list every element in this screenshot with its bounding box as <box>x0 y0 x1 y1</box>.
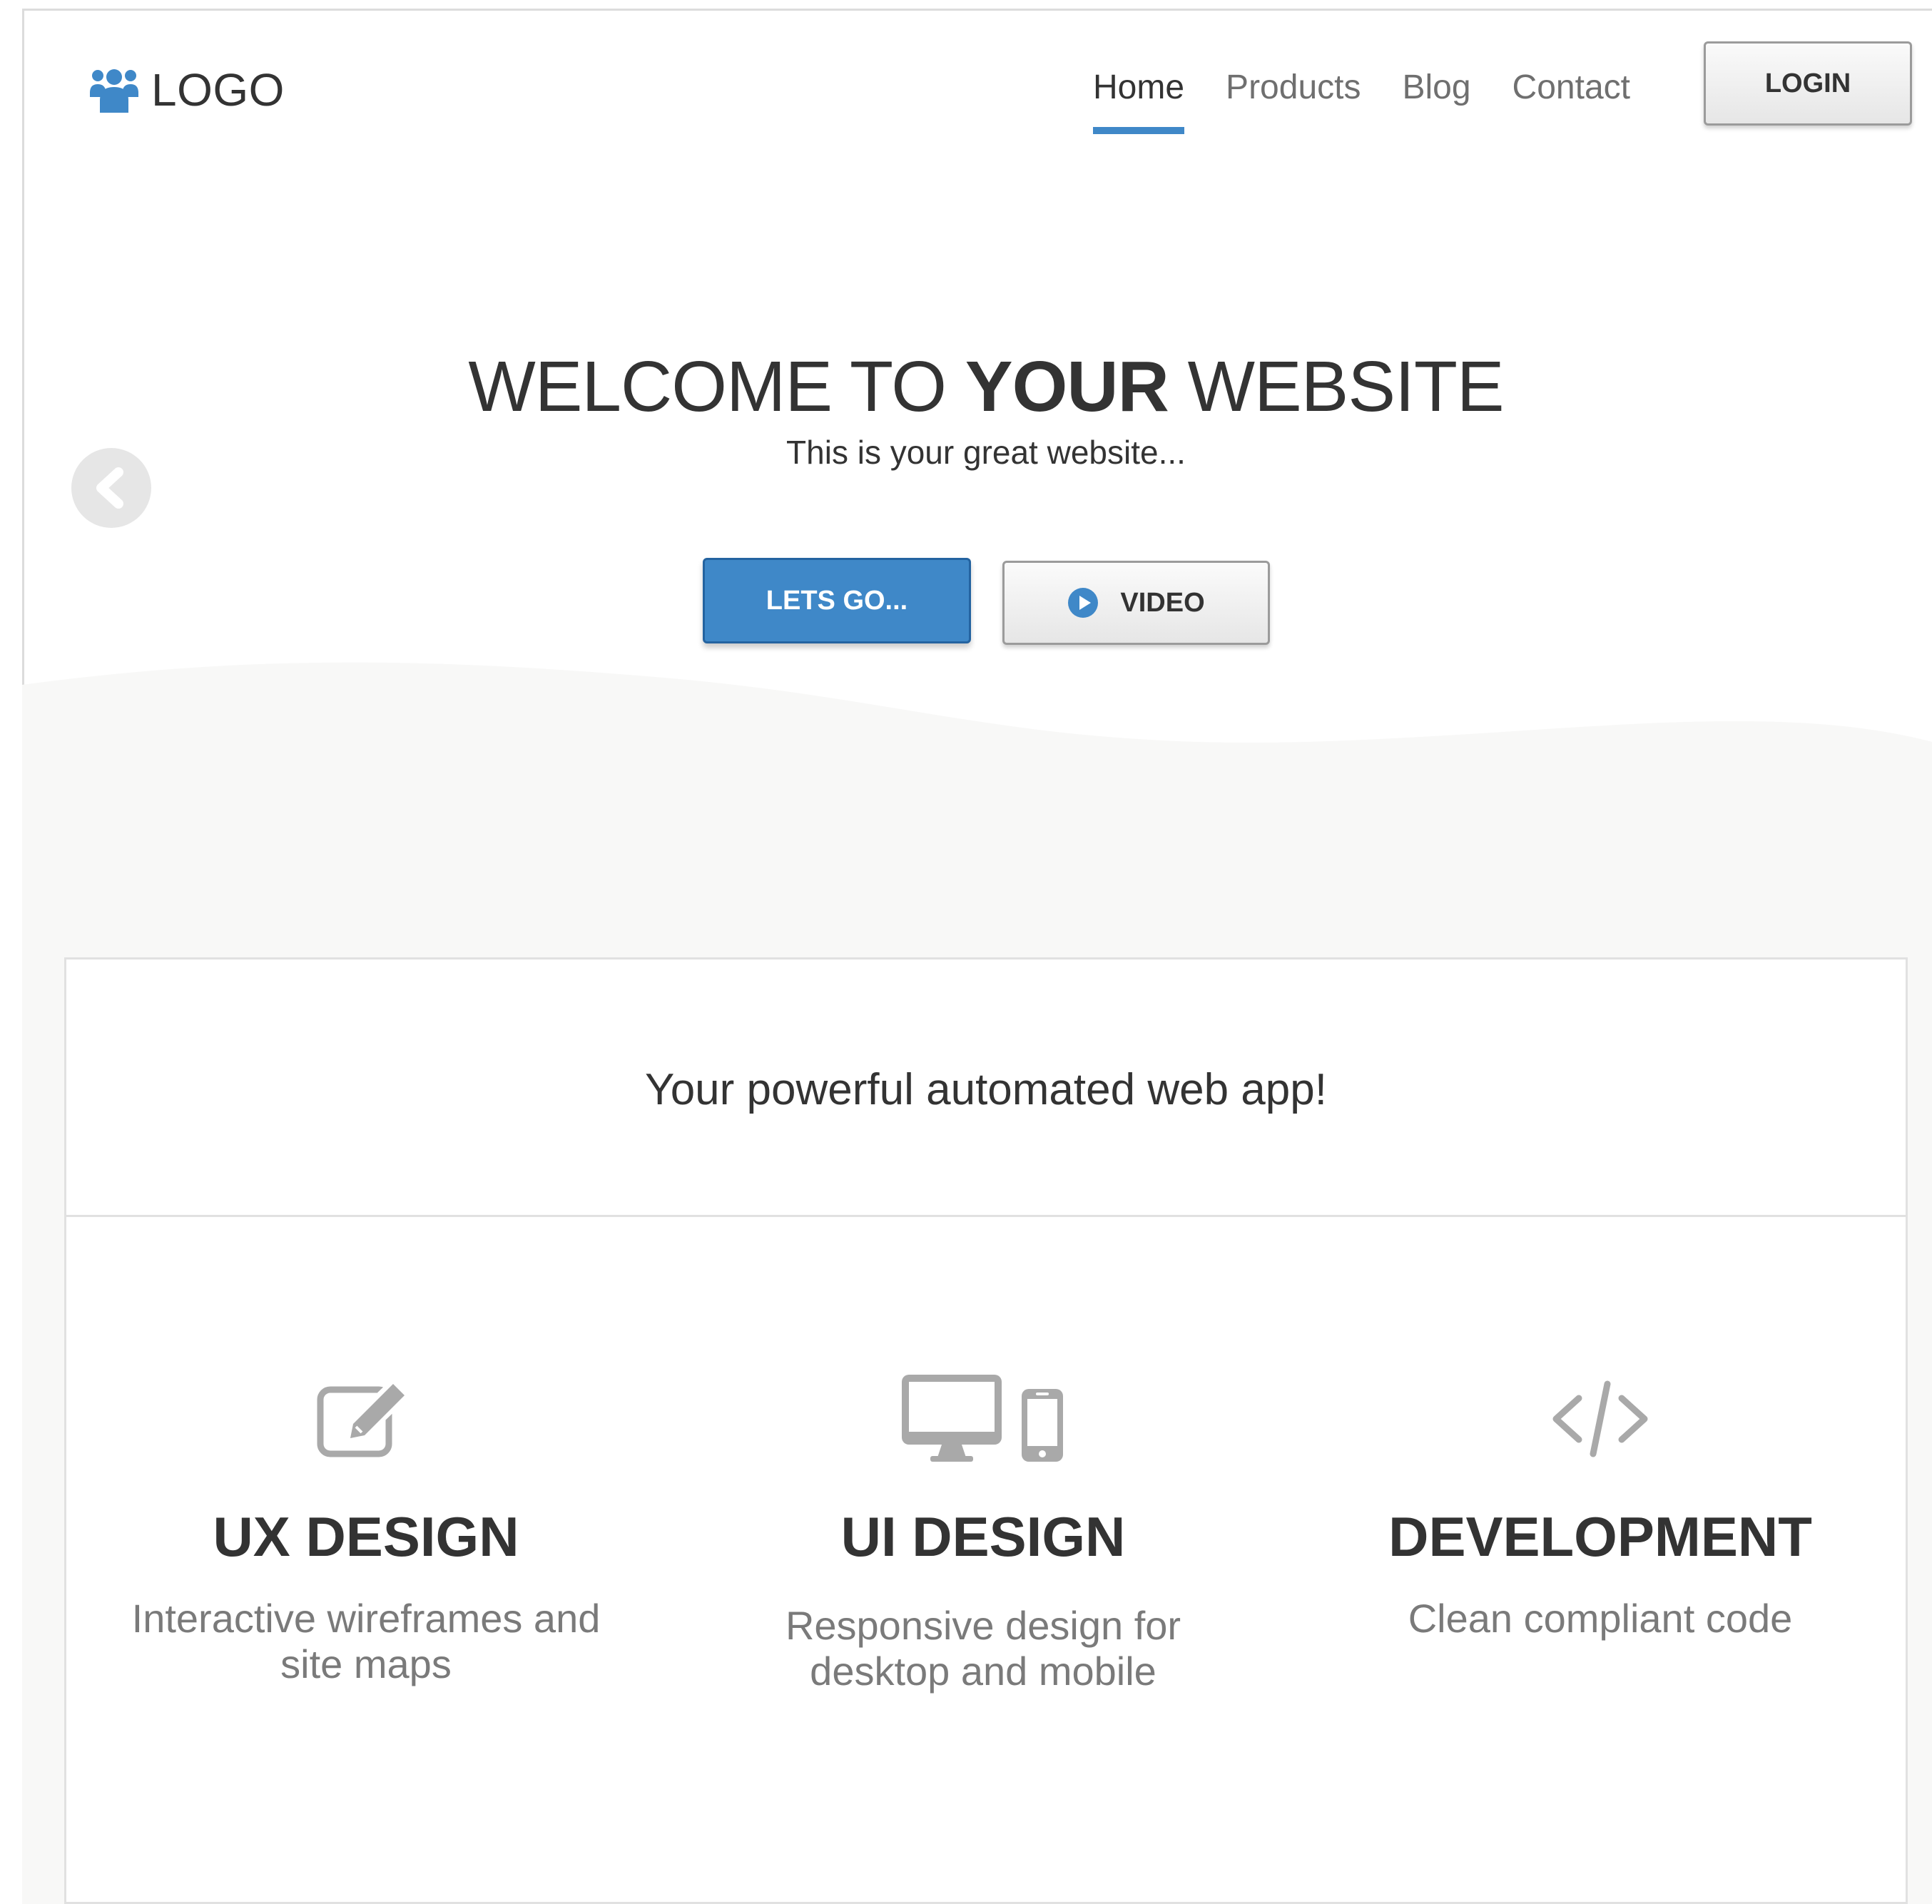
logo[interactable]: LOGO <box>88 63 285 117</box>
feature-ui-design: UI DESIGN Responsive design for desktop … <box>662 1369 1304 1694</box>
edit-icon <box>317 1380 412 1457</box>
hero-subtitle: This is your great website... <box>786 434 1186 471</box>
hero-title-part1: WELCOME TO <box>468 347 965 427</box>
code-icon <box>1552 1380 1648 1457</box>
logo-text: LOGO <box>151 64 285 116</box>
users-icon <box>90 69 138 113</box>
nav-item-contact[interactable]: Contact <box>1512 66 1630 110</box>
hero-title-bold: YOUR <box>965 347 1169 427</box>
hero-title: WELCOME TO YOUR WEBSITE <box>0 347 1932 427</box>
feature-title: UI DESIGN <box>840 1505 1126 1568</box>
feature-ux-design: UX DESIGN Interactive wireframes and sit… <box>45 1369 687 1687</box>
feature-description: Clean compliant code <box>1408 1596 1793 1641</box>
feature-development: DEVELOPMENT Clean compliant code <box>1279 1369 1921 1641</box>
hero-title-part2: WEBSITE <box>1168 347 1505 427</box>
play-circle-icon <box>1068 588 1099 618</box>
features-panel: Your powerful automated web app! UX DESI… <box>64 957 1908 1904</box>
panel-tagline: Your powerful automated web app! <box>645 1065 1327 1114</box>
feature-title: UX DESIGN <box>213 1505 519 1568</box>
hero-wave <box>22 662 1932 957</box>
video-button-label: VIDEO <box>1120 587 1205 618</box>
desktop-mobile-icon <box>902 1375 1063 1462</box>
feature-title: DEVELOPMENT <box>1388 1505 1812 1568</box>
nav-item-home[interactable]: Home <box>1093 66 1185 134</box>
main-nav: Home Products Blog Contact <box>1093 66 1630 134</box>
panel-divider <box>66 1215 1906 1217</box>
lets-go-button[interactable]: LETS GO... <box>703 558 971 643</box>
feature-description: Interactive wireframes and site maps <box>131 1596 601 1686</box>
carousel-prev-button[interactable] <box>71 448 151 528</box>
video-button[interactable]: VIDEO <box>1002 561 1270 645</box>
login-button[interactable]: LOGIN <box>1704 41 1912 126</box>
feature-description: Responsive design for desktop and mobile <box>785 1603 1181 1694</box>
nav-item-products[interactable]: Products <box>1226 66 1361 110</box>
nav-item-blog[interactable]: Blog <box>1402 66 1470 110</box>
chevron-left-icon <box>96 467 123 509</box>
